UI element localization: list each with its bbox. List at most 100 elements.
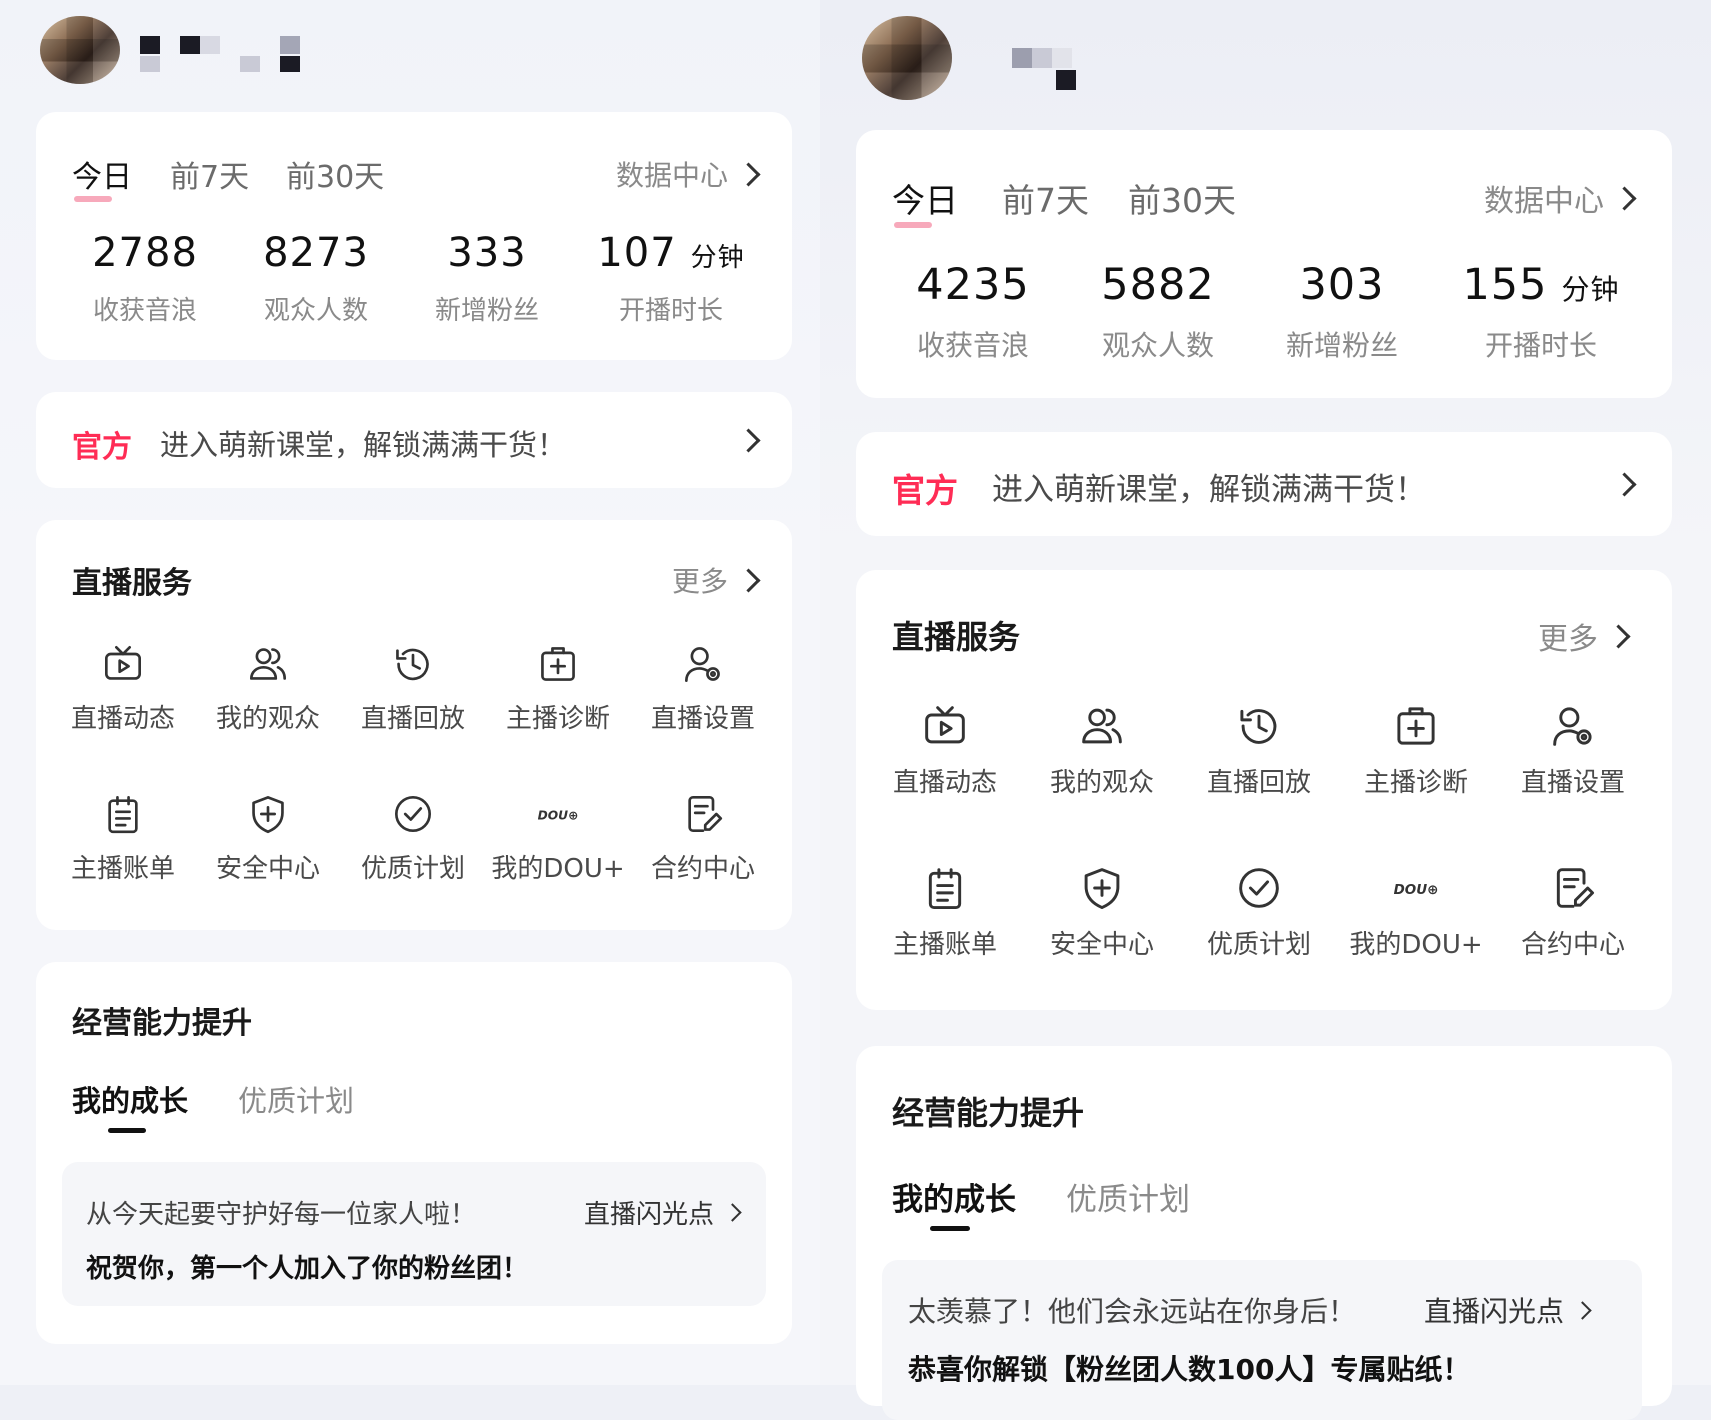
stat-new-fans[interactable]: 333 新增粉丝 bbox=[392, 230, 582, 327]
service-audience[interactable]: 我的观众 bbox=[193, 644, 343, 735]
official-banner[interactable]: 官方 进入萌新课堂，解锁满满干货！ bbox=[856, 432, 1672, 536]
service-shield[interactable]: 安全中心 bbox=[193, 794, 343, 885]
service-label: 我的DOU+ bbox=[1349, 930, 1483, 960]
stat-live-duration[interactable]: 155 分钟 开播时长 bbox=[1446, 260, 1636, 364]
dou-icon: DOU⊕ bbox=[1394, 883, 1438, 898]
tab-quality-plan[interactable]: 优质计划 bbox=[238, 1078, 354, 1120]
banner-text: 进入萌新课堂，解锁满满干货！ bbox=[160, 428, 567, 462]
audience-icon bbox=[1082, 708, 1122, 744]
service-label: 直播动态 bbox=[892, 768, 997, 798]
live-services-card: 直播服务 更多 直播动态 我的观众 直播回放 主播诊断 直播设置 主播账单 安全中心 优质计划… bbox=[856, 570, 1672, 1010]
bill-icon bbox=[928, 868, 962, 910]
tab-today[interactable]: 今日 bbox=[892, 174, 958, 228]
service-label: 合约中心 bbox=[1520, 930, 1625, 960]
tab-30days[interactable]: 前30天 bbox=[1128, 174, 1236, 222]
growth-card: 经营能力提升 我的成长 优质计划 太羡慕了！他们会永远站在你身后！ 恭喜你解锁【… bbox=[856, 1046, 1672, 1420]
official-banner[interactable]: 官方 进入萌新课堂，解锁满满干货！ bbox=[36, 392, 792, 488]
service-dou[interactable]: DOU⊕ 我的DOU+ bbox=[483, 794, 633, 885]
tab-my-growth[interactable]: 我的成长 bbox=[72, 1078, 188, 1120]
live-tv-icon bbox=[925, 706, 965, 744]
live-services-card: 直播服务 更多 直播动态 我的观众 直播回放 主播诊断 直播设置 主播账单 安全中心 优质计划… bbox=[36, 520, 792, 930]
service-replay[interactable]: 直播回放 bbox=[1184, 704, 1334, 799]
stats-card: 今日 前7天 前30天 数据中心 4235 收获音浪 5882 观众人数 303… bbox=[856, 130, 1672, 398]
section-title: 经营能力提升 bbox=[72, 1006, 252, 1041]
achievement-notice[interactable]: 从今天起要守护好每一位家人啦！ 祝贺你，第一个人加入了你的粉丝团！ 直播闪光点 bbox=[62, 1162, 766, 1306]
service-label: 直播设置 bbox=[1520, 768, 1625, 798]
stat-audience[interactable]: 8273 观众人数 bbox=[221, 230, 411, 327]
service-label: 主播账单 bbox=[70, 854, 175, 884]
stat-income[interactable]: 4235 收获音浪 bbox=[878, 260, 1068, 364]
highlight-label: 直播闪光点 bbox=[584, 1200, 715, 1230]
tab-my-growth[interactable]: 我的成长 bbox=[892, 1174, 1016, 1219]
service-check-circle[interactable]: 优质计划 bbox=[1184, 866, 1334, 961]
tab-quality-plan[interactable]: 优质计划 bbox=[1066, 1174, 1190, 1219]
more-label: 更多 bbox=[672, 565, 729, 598]
stat-label: 观众人数 bbox=[1101, 329, 1214, 362]
service-label: 我的观众 bbox=[215, 704, 320, 734]
service-dou[interactable]: DOU⊕ 我的DOU+ bbox=[1341, 866, 1491, 961]
service-settings-user[interactable]: 直播设置 bbox=[1498, 704, 1648, 799]
service-label: 安全中心 bbox=[215, 854, 320, 884]
tab-7days[interactable]: 前7天 bbox=[170, 152, 249, 196]
tab-7days[interactable]: 前7天 bbox=[1002, 174, 1089, 222]
service-bill[interactable]: 主播账单 bbox=[870, 866, 1020, 961]
stat-unit: 分钟 bbox=[1561, 273, 1620, 306]
stat-value: 2788 bbox=[92, 230, 198, 276]
service-live-tv[interactable]: 直播动态 bbox=[870, 704, 1020, 799]
right-screen: 今日 前7天 前30天 数据中心 4235 收获音浪 5882 观众人数 303… bbox=[820, 0, 1711, 1420]
live-tv-icon bbox=[105, 646, 141, 680]
stat-income[interactable]: 2788 收获音浪 bbox=[50, 230, 240, 327]
more-link[interactable]: 更多 bbox=[1538, 614, 1631, 658]
shield-icon bbox=[252, 796, 284, 834]
diagnosis-icon bbox=[1397, 707, 1435, 745]
tab-30days[interactable]: 前30天 bbox=[286, 152, 384, 196]
notice-line: 祝贺你，第一个人加入了你的粉丝团！ bbox=[86, 1254, 529, 1284]
service-label: 安全中心 bbox=[1049, 930, 1154, 960]
svg-text:DOU⊕: DOU⊕ bbox=[1394, 883, 1438, 898]
settings-user-icon bbox=[1553, 707, 1592, 746]
service-label: 直播回放 bbox=[1206, 768, 1311, 798]
stat-value: 4235 bbox=[916, 260, 1030, 310]
service-label: 主播诊断 bbox=[505, 704, 610, 734]
stat-label: 收获音浪 bbox=[916, 329, 1029, 362]
stat-value: 333 bbox=[447, 230, 527, 276]
highlight-link[interactable]: 直播闪光点 bbox=[584, 1194, 742, 1231]
avatar[interactable] bbox=[40, 16, 120, 84]
service-contract[interactable]: 合约中心 bbox=[628, 794, 778, 885]
stat-live-duration[interactable]: 107 分钟 开播时长 bbox=[576, 230, 766, 327]
svg-text:DOU⊕: DOU⊕ bbox=[538, 809, 578, 823]
notice-line: 从今天起要守护好每一位家人啦！ bbox=[86, 1200, 477, 1230]
service-settings-user[interactable]: 直播设置 bbox=[628, 644, 778, 735]
service-replay[interactable]: 直播回放 bbox=[338, 644, 488, 735]
data-center-link[interactable]: 数据中心 bbox=[1484, 176, 1637, 220]
data-center-link[interactable]: 数据中心 bbox=[616, 154, 761, 194]
stat-new-fans[interactable]: 303 新增粉丝 bbox=[1247, 260, 1437, 364]
check-circle-icon bbox=[395, 796, 431, 832]
highlight-link[interactable]: 直播闪光点 bbox=[1424, 1290, 1592, 1330]
service-label: 主播账单 bbox=[892, 930, 997, 960]
service-bill[interactable]: 主播账单 bbox=[48, 794, 198, 885]
tab-today[interactable]: 今日 bbox=[72, 152, 132, 202]
service-check-circle[interactable]: 优质计划 bbox=[338, 794, 488, 885]
bill-icon bbox=[108, 796, 138, 834]
service-live-tv[interactable]: 直播动态 bbox=[48, 644, 198, 735]
stat-audience[interactable]: 5882 观众人数 bbox=[1063, 260, 1253, 364]
data-center-label: 数据中心 bbox=[616, 159, 729, 192]
check-circle-icon bbox=[1239, 868, 1279, 908]
service-contract[interactable]: 合约中心 bbox=[1498, 866, 1648, 961]
stat-value: 8273 bbox=[263, 230, 369, 276]
active-tab-indicator bbox=[930, 1226, 970, 1231]
service-shield[interactable]: 安全中心 bbox=[1027, 866, 1177, 961]
banner-text: 进入萌新课堂，解锁满满干货！ bbox=[992, 472, 1426, 508]
service-diagnosis[interactable]: 主播诊断 bbox=[1341, 704, 1491, 799]
replay-icon bbox=[1240, 709, 1277, 744]
replay-icon bbox=[396, 648, 429, 681]
service-diagnosis[interactable]: 主播诊断 bbox=[483, 644, 633, 735]
service-audience[interactable]: 我的观众 bbox=[1027, 704, 1177, 799]
stat-label: 收获音浪 bbox=[92, 296, 197, 326]
avatar[interactable] bbox=[862, 16, 952, 100]
contract-icon bbox=[688, 796, 723, 832]
more-link[interactable]: 更多 bbox=[672, 560, 761, 600]
achievement-notice[interactable]: 太羡慕了！他们会永远站在你身后！ 恭喜你解锁【粉丝团人数100人】专属贴纸！ 直… bbox=[882, 1260, 1642, 1420]
chevron-right-icon bbox=[736, 428, 761, 453]
